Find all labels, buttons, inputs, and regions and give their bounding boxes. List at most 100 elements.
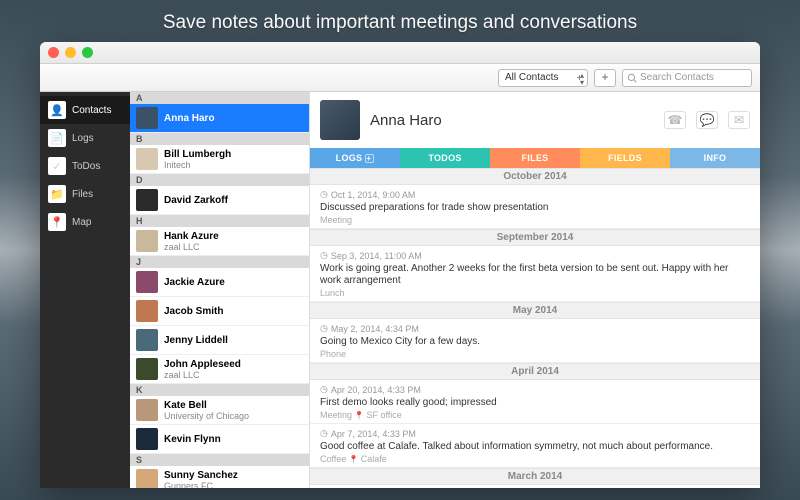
close-icon[interactable] (48, 47, 59, 58)
chat-icon[interactable]: 💬 (696, 111, 718, 129)
section-header: S (130, 454, 309, 466)
log-timestamp: Apr 7, 2014, 4:33 PM (320, 428, 750, 439)
search-icon (627, 73, 637, 83)
avatar (136, 399, 158, 421)
contact-name: Hank Azure (164, 231, 219, 242)
month-header: March 2014 (310, 468, 760, 485)
sidebar: 👤Contacts📄Logs ✓ ToDos 📁Files 📍 Map (40, 92, 130, 488)
contact-name: Sunny Sanchez (164, 470, 238, 481)
month-header: April 2014 (310, 363, 760, 380)
avatar (136, 329, 158, 351)
contact-name: Anna Haro (164, 113, 215, 124)
contact-row[interactable]: Jacob Smith (130, 297, 309, 326)
contact-subtitle: Gunners FC (164, 481, 238, 489)
log-entry[interactable]: Sep 3, 2014, 11:00 AMWork is going great… (310, 246, 760, 302)
log-entry[interactable]: Oct 1, 2014, 9:00 AMDiscussed preparatio… (310, 185, 760, 229)
sidebar-item-contacts[interactable]: 👤Contacts (40, 96, 130, 124)
toolbar: All Contacts ▴▾ + Search Contacts (40, 64, 760, 92)
section-header: D (130, 174, 309, 186)
month-header: May 2014 (310, 302, 760, 319)
log-entry[interactable]: Apr 20, 2014, 4:33 PM First demo looks re… (310, 380, 760, 424)
tab-logs[interactable]: LOGS+ (310, 148, 400, 168)
titlebar (40, 42, 760, 64)
sidebar-item-label: ToDos (72, 161, 100, 172)
avatar (136, 358, 158, 380)
contact-row[interactable]: Kevin Flynn (130, 425, 309, 454)
sidebar-item-label: Contacts (72, 105, 111, 116)
map-icon: 📍 (48, 213, 66, 231)
chevron-updown-icon: ▴▾ (580, 72, 584, 86)
contact-list[interactable]: AAnna HaroBBill LumberghInitechDDavid Za… (130, 92, 310, 488)
log-tag: Coffee (320, 454, 346, 464)
log-timestamp: May 2, 2014, 4:34 PM (320, 323, 750, 334)
log-text: Good coffee at Calafe. Talked about info… (320, 441, 750, 453)
log-entry[interactable]: Apr 7, 2014, 4:33 PM Good coffee at Calaf… (310, 424, 760, 468)
contact-row[interactable]: Sunny SanchezGunners FC (130, 466, 309, 488)
contact-name: Kate Bell (164, 400, 249, 411)
contact-name: Jackie Azure (164, 277, 225, 288)
log-tag: Meeting (320, 215, 352, 225)
log-entry[interactable]: May 2, 2014, 4:34 PM Going to Mexico City… (310, 319, 760, 363)
log-text: Discussed preparations for trade show pr… (320, 202, 750, 214)
logs-icon: 📄 (48, 129, 66, 147)
sidebar-item-label: Map (72, 217, 91, 228)
avatar (136, 107, 158, 129)
log-text: First demo looks really good; impressed (320, 397, 750, 409)
log-text: Going to Mexico City for a few days. (320, 336, 750, 348)
logs-list[interactable]: October 2014Oct 1, 2014, 9:00 AMDiscusse… (310, 168, 760, 488)
tab-fields[interactable]: FIELDS (580, 148, 670, 168)
contact-subtitle: zaal LLC (164, 242, 219, 252)
avatar (136, 300, 158, 322)
contact-row[interactable]: David Zarkoff (130, 186, 309, 215)
log-location: SF office (352, 410, 402, 420)
avatar (136, 189, 158, 211)
contact-row[interactable]: Bill LumberghInitech (130, 145, 309, 174)
promo-headline: Save notes about important meetings and … (0, 12, 800, 34)
log-timestamp: Apr 20, 2014, 4:33 PM (320, 384, 750, 395)
detail-pane: Anna Haro ☎ 💬 ✉ LOGS+ TODOS FILES FIELDS… (310, 92, 760, 488)
contact-row[interactable]: Hank Azurezaal LLC (130, 227, 309, 256)
avatar (136, 271, 158, 293)
contact-row[interactable]: Jenny Liddell (130, 326, 309, 355)
search-placeholder: Search Contacts (640, 72, 714, 83)
contact-name: Jacob Smith (164, 306, 223, 317)
phone-icon[interactable]: ☎ (664, 111, 686, 129)
filter-value: All Contacts (505, 72, 558, 83)
sidebar-item-files[interactable]: 📁Files (40, 180, 130, 208)
section-header: K (130, 384, 309, 396)
todos-icon: ✓ (48, 157, 66, 175)
contact-subtitle: University of Chicago (164, 411, 249, 421)
tab-files[interactable]: FILES (490, 148, 580, 168)
sidebar-item-map[interactable]: 📍 Map (40, 208, 130, 236)
section-header: A (130, 92, 309, 104)
mail-icon[interactable]: ✉ (728, 111, 750, 129)
tab-todos[interactable]: TODOS (400, 148, 490, 168)
contact-row[interactable]: Anna Haro (130, 104, 309, 133)
avatar (320, 100, 360, 140)
sidebar-item-todos[interactable]: ✓ ToDos (40, 152, 130, 180)
avatar (136, 148, 158, 170)
tab-info[interactable]: INFO (670, 148, 760, 168)
log-tag: Meeting (320, 410, 352, 420)
contact-name: David Zarkoff (164, 195, 228, 206)
month-header: September 2014 (310, 229, 760, 246)
filter-dropdown[interactable]: All Contacts ▴▾ (498, 69, 588, 87)
avatar (136, 428, 158, 450)
avatar (136, 469, 158, 488)
add-button[interactable]: + (594, 69, 616, 87)
avatar (136, 230, 158, 252)
zoom-icon[interactable] (82, 47, 93, 58)
contact-row[interactable]: John Appleseedzaal LLC (130, 355, 309, 384)
contact-name: Bill Lumbergh (164, 149, 231, 160)
contact-row[interactable]: Kate BellUniversity of Chicago (130, 396, 309, 425)
log-entry[interactable]: Mar 17, 2014, 4:27 PMHad Chinese. Discus… (310, 485, 760, 488)
contact-name: John Appleseed (164, 359, 241, 370)
contact-row[interactable]: Jackie Azure (130, 268, 309, 297)
minimize-icon[interactable] (65, 47, 76, 58)
search-input[interactable]: Search Contacts (622, 69, 752, 87)
log-location: Calafe (346, 454, 386, 464)
section-header: H (130, 215, 309, 227)
contact-subtitle: Initech (164, 160, 231, 170)
sidebar-item-logs[interactable]: 📄Logs (40, 124, 130, 152)
files-icon: 📁 (48, 185, 66, 203)
